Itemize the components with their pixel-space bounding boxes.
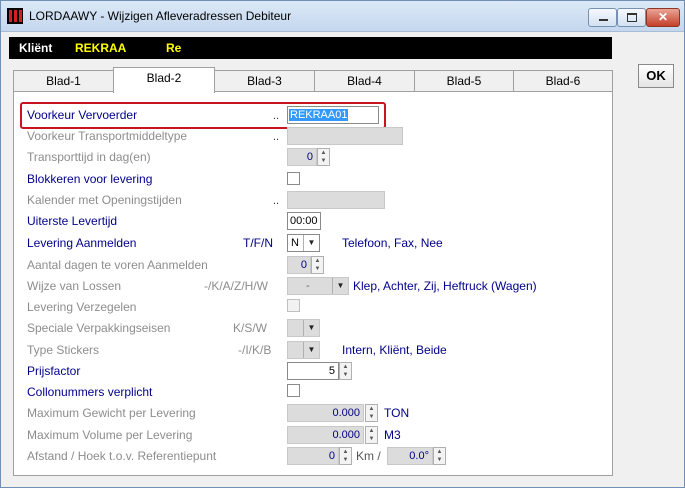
client-label: Kliënt: [19, 41, 53, 55]
max-gewicht-input[interactable]: 0.000: [287, 404, 364, 422]
spin-down-icon: ▼: [342, 457, 349, 463]
prijsfactor-label: Prijsfactor: [27, 364, 81, 378]
speciale-verpakking-select[interactable]: ▼: [287, 319, 320, 337]
lookup-dots: ..: [273, 195, 280, 207]
spin-down-icon: ▼: [436, 457, 443, 463]
maximize-button[interactable]: [617, 8, 646, 27]
dropdown-arrow-icon[interactable]: ▼: [303, 320, 319, 336]
window-title: LORDAAWY - Wijzigen Afleveradressen Debi…: [29, 9, 292, 23]
client-value: REKRAA: [75, 41, 127, 55]
lookup-dots: ..: [273, 131, 280, 143]
spin-up-icon: ▲: [314, 258, 321, 264]
wijze-van-lossen-description: Klep, Achter, Zij, Heftruck (Wagen): [353, 279, 537, 293]
levering-aanmelden-codes: T/F/N: [243, 236, 273, 250]
tab-blad-3[interactable]: Blad-3: [214, 70, 315, 91]
levering-aanmelden-value: N: [291, 237, 299, 249]
levering-verzegelen-label: Levering Verzegelen: [27, 300, 137, 314]
spin-down-icon: ▼: [368, 436, 375, 442]
voorkeur-transportmiddeltype-label: Voorkeur Transportmiddeltype: [27, 129, 188, 143]
close-icon: ✕: [657, 10, 669, 24]
ok-button[interactable]: OK: [638, 64, 674, 88]
tab-blad-6[interactable]: Blad-6: [513, 70, 613, 91]
type-stickers-select[interactable]: ▼: [287, 341, 320, 359]
application-window: LORDAAWY - Wijzigen Afleveradressen Debi…: [0, 0, 685, 488]
type-stickers-codes: -/I/K/B: [238, 343, 272, 357]
tab-blad-1[interactable]: Blad-1: [13, 70, 114, 91]
uiterste-levertijd-input[interactable]: 00:00: [287, 212, 321, 230]
max-volume-input[interactable]: 0.000: [287, 426, 364, 444]
aantal-dagen-input[interactable]: 0: [287, 256, 311, 274]
spin-up-icon: ▲: [368, 428, 375, 434]
type-stickers-label: Type Stickers: [27, 343, 100, 357]
transporttijd-input[interactable]: 0: [287, 148, 317, 166]
transporttijd-label: Transporttijd in dag(en): [27, 150, 151, 164]
prijsfactor-spinner[interactable]: ▲ ▼: [339, 362, 352, 380]
spin-up-icon: ▲: [368, 406, 375, 412]
tab-blad-5[interactable]: Blad-5: [414, 70, 514, 91]
max-gewicht-label: Maximum Gewicht per Levering: [27, 406, 196, 420]
title-bar[interactable]: LORDAAWY - Wijzigen Afleveradressen Debi…: [1, 1, 684, 32]
levering-aanmelden-select[interactable]: N ▼: [287, 234, 320, 252]
dropdown-arrow-icon[interactable]: ▼: [303, 235, 319, 251]
levering-aanmelden-label: Levering Aanmelden: [27, 236, 137, 250]
kalender-input[interactable]: [287, 191, 385, 209]
spin-down-icon: ▼: [368, 414, 375, 420]
tab-blad-4[interactable]: Blad-4: [314, 70, 415, 91]
afstand-hoek-label: Afstand / Hoek t.o.v. Referentiepunt: [27, 449, 217, 463]
aantal-dagen-spinner[interactable]: ▲ ▼: [311, 256, 324, 274]
max-volume-spinner[interactable]: ▲ ▼: [365, 426, 378, 444]
afstand-input[interactable]: 0: [287, 447, 339, 465]
wijze-van-lossen-label: Wijze van Lossen: [27, 279, 122, 293]
max-volume-label: Maximum Volume per Levering: [27, 428, 193, 442]
app-icon: [7, 8, 23, 24]
highlight-frame: [20, 102, 386, 129]
wijze-van-lossen-select[interactable]: - ▼: [287, 277, 349, 295]
spin-down-icon: ▼: [320, 158, 327, 164]
dropdown-arrow-icon[interactable]: ▼: [303, 342, 319, 358]
kalender-label: Kalender met Openingstijden: [27, 193, 182, 207]
client-name-fragment: Re: [166, 41, 182, 55]
spin-down-icon: ▼: [342, 372, 349, 378]
max-gewicht-spinner[interactable]: ▲ ▼: [365, 404, 378, 422]
collonummers-label: Collonummers verplicht: [27, 385, 153, 399]
aantal-dagen-label: Aantal dagen te voren Aanmelden: [27, 258, 208, 272]
minimize-icon: [599, 19, 608, 21]
uiterste-levertijd-label: Uiterste Levertijd: [27, 214, 118, 228]
spin-down-icon: ▼: [314, 266, 321, 272]
collonummers-checkbox[interactable]: [287, 384, 300, 397]
client-bar: Kliënt REKRAA Re: [9, 37, 612, 59]
wijze-van-lossen-codes: -/K/A/Z/H/W: [204, 279, 268, 293]
spin-up-icon: ▲: [436, 449, 443, 455]
speciale-verpakking-codes: K/S/W: [233, 321, 268, 335]
transporttijd-spinner[interactable]: ▲ ▼: [317, 148, 330, 166]
prijsfactor-input[interactable]: 5: [287, 362, 339, 380]
afstand-unit: Km /: [356, 449, 381, 463]
blokkeren-label: Blokkeren voor levering: [27, 172, 153, 186]
afstand-spinner[interactable]: ▲ ▼: [339, 447, 352, 465]
close-button[interactable]: ✕: [646, 8, 680, 27]
hoek-input[interactable]: 0.0°: [387, 447, 433, 465]
wijze-van-lossen-value: -: [306, 280, 310, 292]
voorkeur-transportmiddeltype-input[interactable]: [287, 127, 403, 145]
dropdown-arrow-icon[interactable]: ▼: [332, 278, 348, 294]
tab-blad-2[interactable]: Blad-2: [113, 67, 215, 93]
type-stickers-description: Intern, Kliënt, Beide: [342, 343, 447, 357]
spin-up-icon: ▲: [342, 449, 349, 455]
hoek-spinner[interactable]: ▲ ▼: [433, 447, 446, 465]
spin-up-icon: ▲: [342, 364, 349, 370]
maximize-icon: [627, 13, 637, 22]
spin-up-icon: ▲: [320, 150, 327, 156]
speciale-verpakking-label: Speciale Verpakkingseisen: [27, 321, 171, 335]
max-volume-unit: M3: [384, 428, 401, 442]
blokkeren-checkbox[interactable]: [287, 172, 300, 185]
minimize-button[interactable]: [588, 8, 617, 27]
levering-aanmelden-description: Telefoon, Fax, Nee: [342, 236, 443, 250]
max-gewicht-unit: TON: [384, 406, 410, 420]
levering-verzegelen-checkbox[interactable]: [287, 299, 300, 312]
